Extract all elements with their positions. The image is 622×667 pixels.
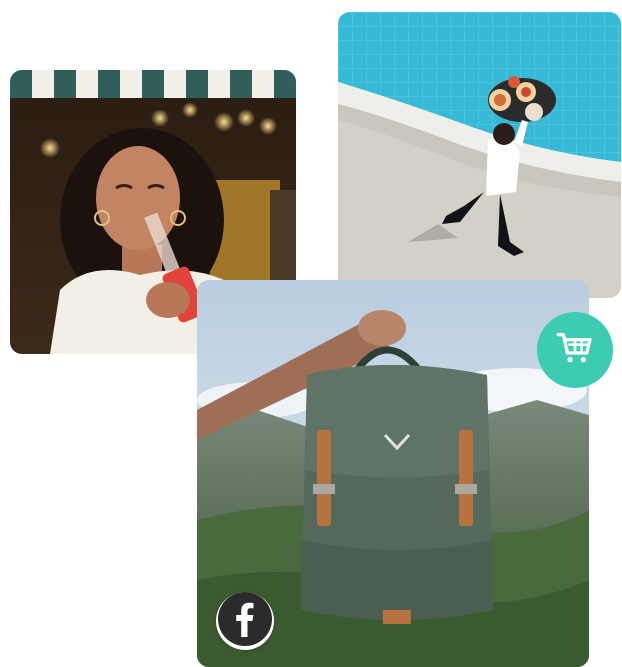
facebook-icon — [216, 590, 274, 653]
facebook-badge — [216, 590, 274, 653]
waiter-serving-food-pool-photo — [338, 12, 621, 298]
cart-badge — [537, 312, 613, 388]
shopping-cart-icon — [555, 328, 595, 373]
